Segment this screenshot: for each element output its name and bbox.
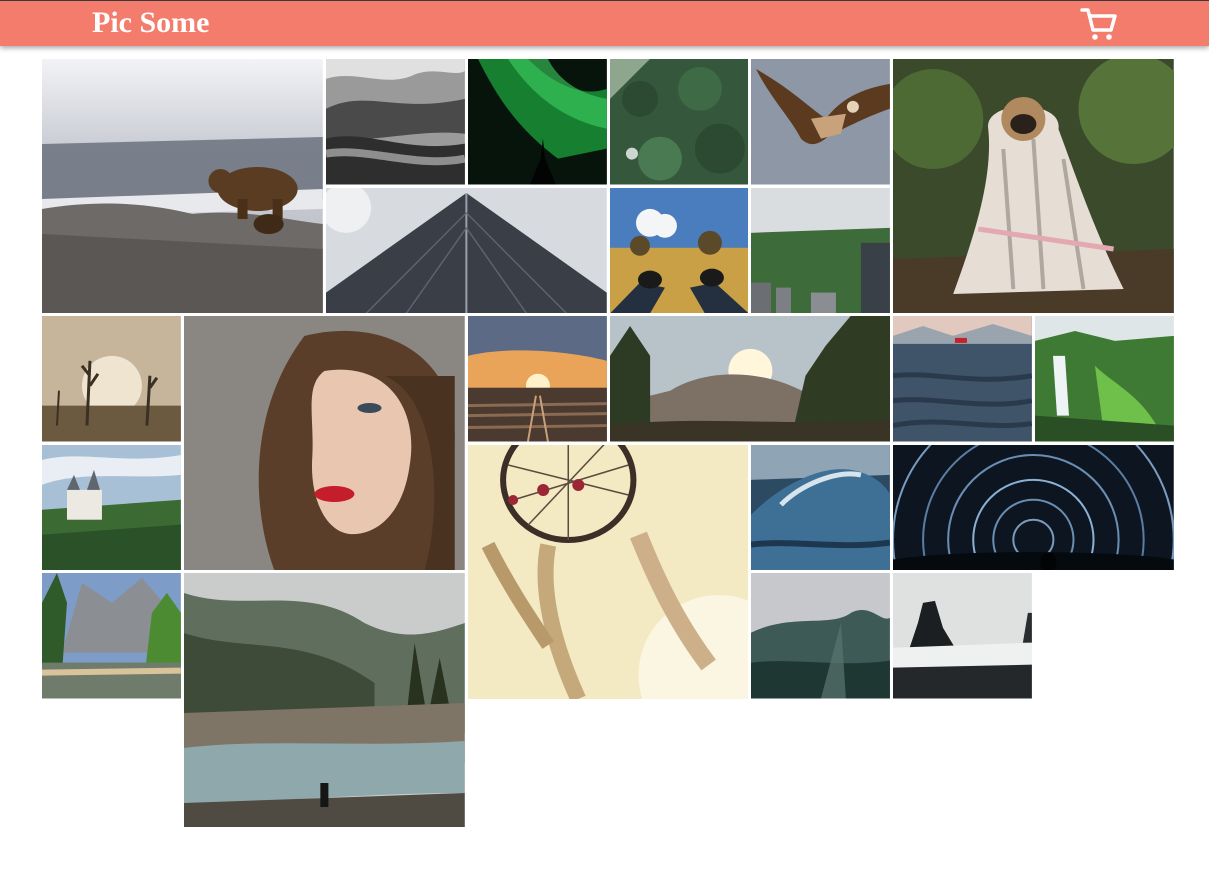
photo-lake-boat[interactable]: [893, 316, 1033, 442]
photo-gallery: [42, 59, 1174, 827]
photo-pug-blanket[interactable]: [893, 59, 1174, 313]
photo-eagle[interactable]: [751, 59, 891, 185]
photo-misty-forest[interactable]: [325, 59, 465, 185]
photo-yosemite-river[interactable]: [42, 573, 181, 699]
photo-green-aurora[interactable]: [467, 59, 607, 185]
photo-skyscraper[interactable]: [325, 187, 607, 313]
photo-dreamcatcher[interactable]: [467, 444, 749, 699]
photo-pine-forest[interactable]: [609, 59, 749, 185]
photo-feet-field[interactable]: [609, 187, 749, 313]
photo-misty-river[interactable]: [183, 573, 465, 827]
photo-railway-sunset[interactable]: [467, 316, 607, 442]
app-header: Pic Some: [0, 0, 1209, 46]
photo-ocean-wave[interactable]: [751, 444, 891, 570]
brand-logo[interactable]: Pic Some: [92, 5, 209, 41]
photo-sea-stacks[interactable]: [893, 573, 1033, 699]
photo-mountain-valley[interactable]: [609, 316, 891, 442]
photo-dead-trees[interactable]: [42, 316, 181, 442]
photo-woman-portrait[interactable]: [183, 316, 465, 570]
photo-waterfall[interactable]: [1035, 316, 1174, 442]
photo-misty-mountain[interactable]: [751, 573, 891, 699]
photo-city-park[interactable]: [751, 187, 891, 313]
photo-castle[interactable]: [42, 444, 181, 570]
photo-star-trails[interactable]: [893, 444, 1174, 570]
shopping-cart-icon[interactable]: [1079, 5, 1119, 43]
photo-brown-bear[interactable]: [42, 59, 323, 313]
